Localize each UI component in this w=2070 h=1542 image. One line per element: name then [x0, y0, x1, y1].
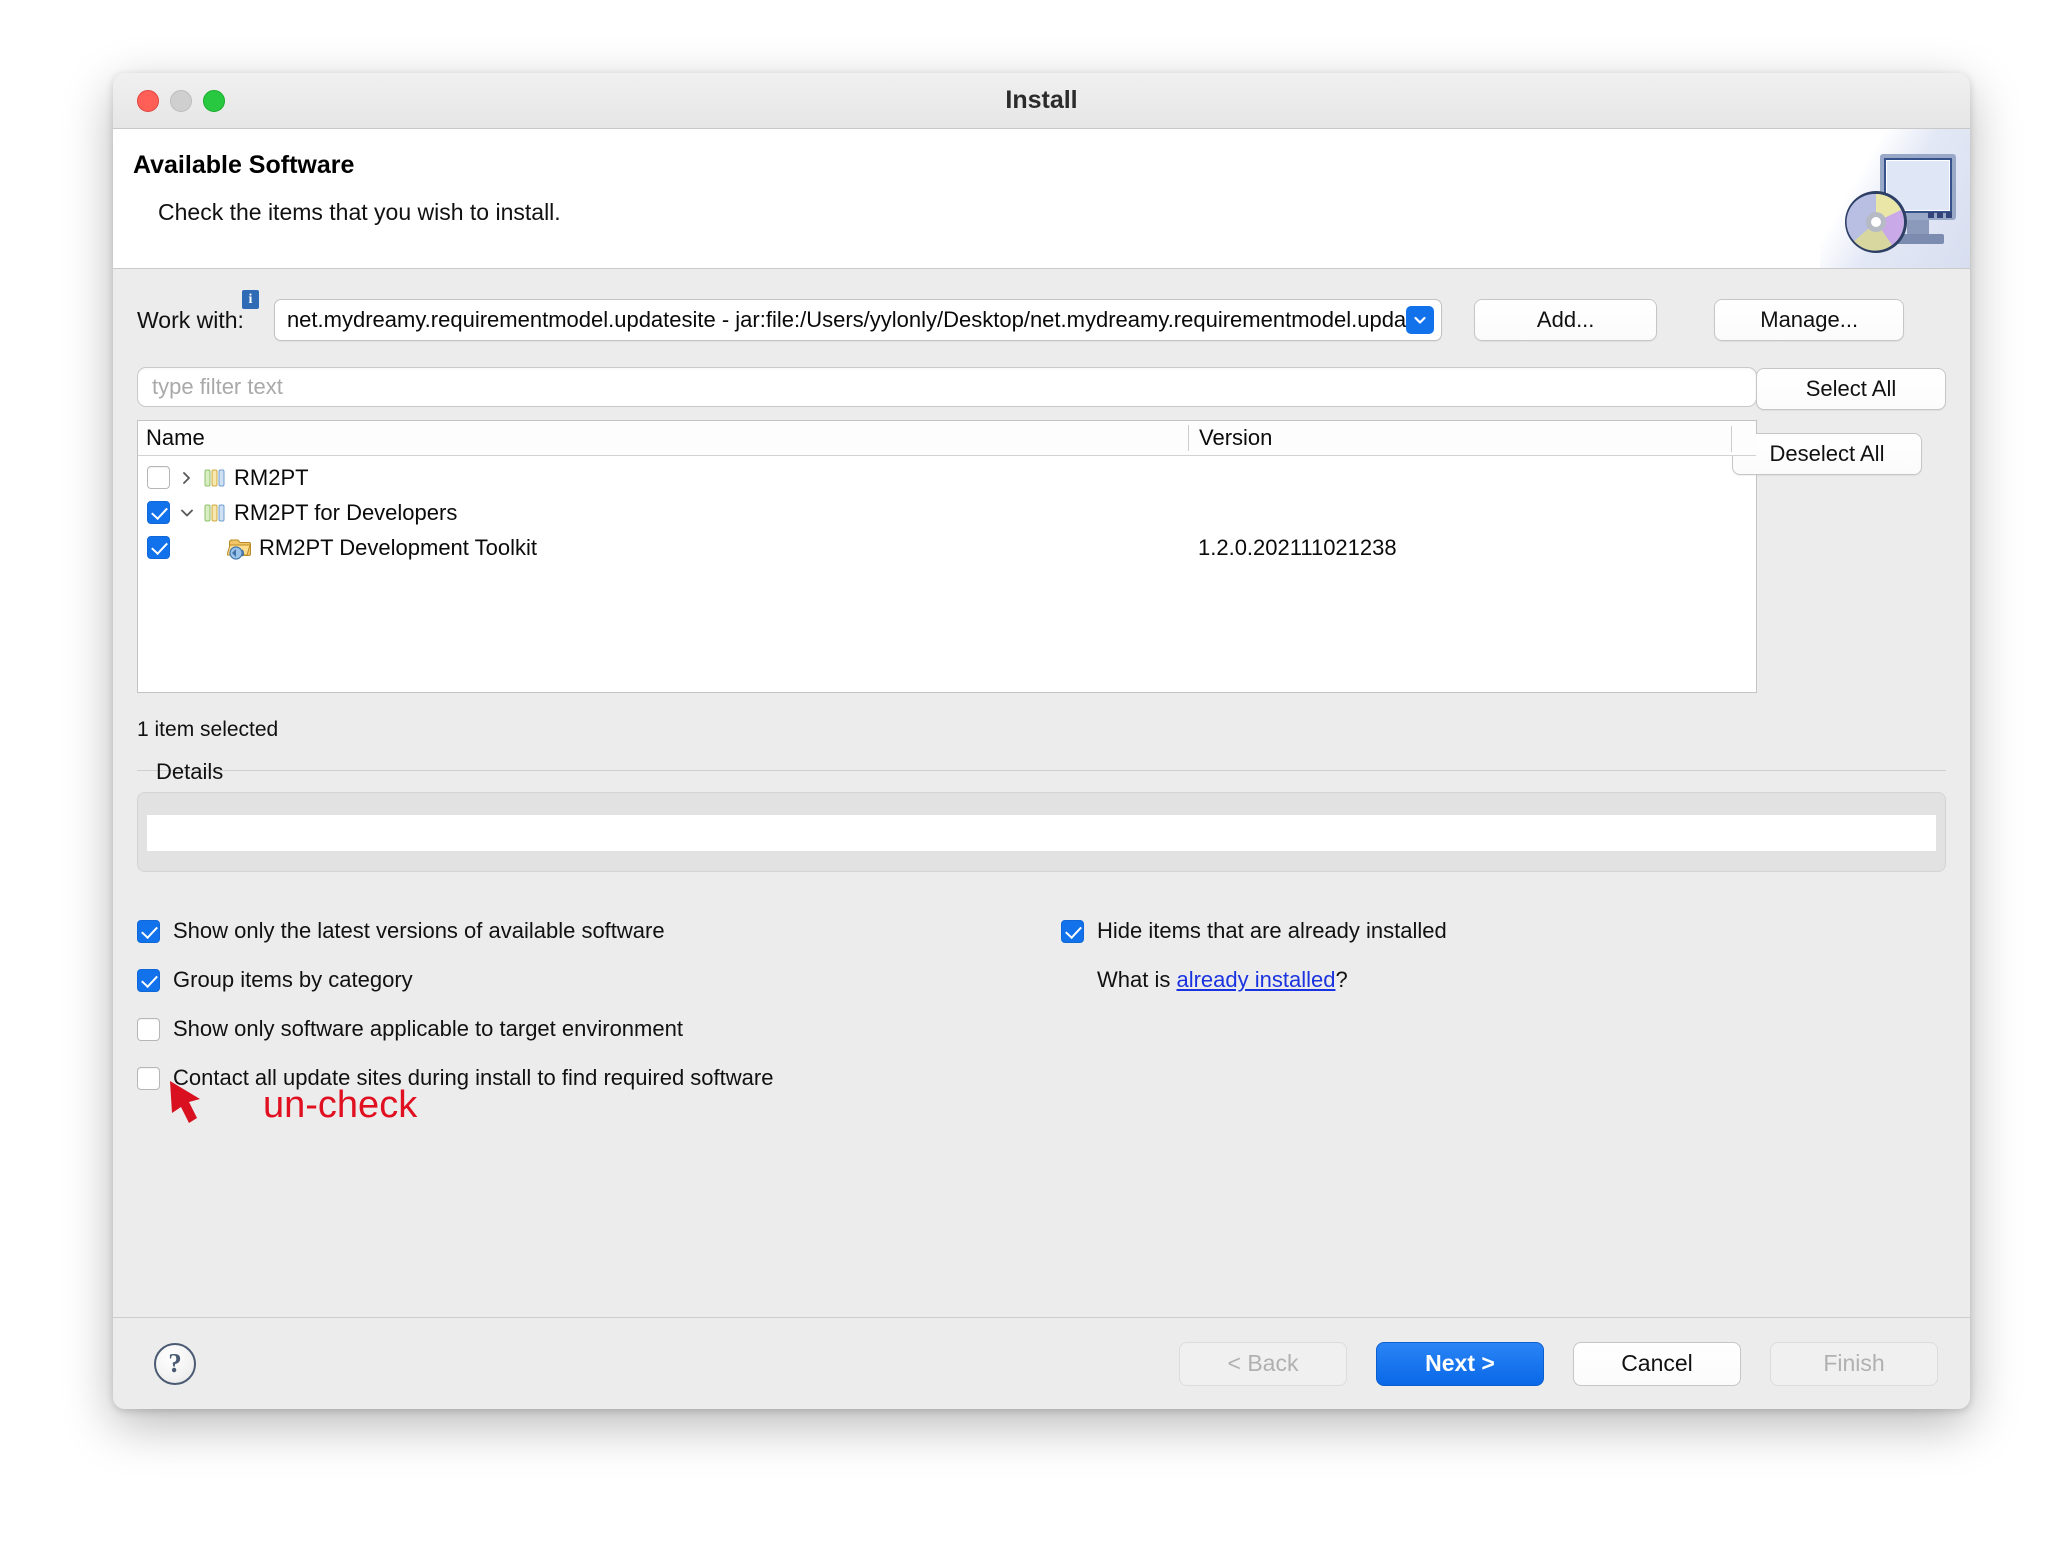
minimize-button[interactable] — [170, 89, 192, 112]
annotation-label: un-check — [263, 1083, 418, 1126]
checkbox-hide-already-installed[interactable] — [1061, 920, 1084, 943]
add-repository-button[interactable]: Add... — [1474, 299, 1658, 341]
checkbox-show-latest-versions[interactable] — [137, 920, 160, 943]
chevron-right-icon[interactable] — [170, 470, 204, 486]
option-label: Group items by category — [173, 967, 413, 992]
section-divider — [137, 770, 1946, 771]
help-icon[interactable]: ? — [154, 1342, 196, 1385]
window-title: Install — [1005, 86, 1078, 114]
option-show-latest-versions[interactable]: Show only the latest versions of availab… — [137, 918, 773, 944]
work-with-label: Work with: i — [137, 289, 259, 334]
select-all-button[interactable]: Select All — [1756, 368, 1946, 410]
tree-side-buttons: Select All Deselect All — [1732, 368, 1946, 475]
row-checkbox-rm2pt[interactable] — [147, 466, 170, 489]
column-divider[interactable] — [1731, 426, 1732, 452]
filter-row — [137, 367, 1946, 407]
details-group: Details — [137, 759, 1946, 872]
next-button[interactable]: Next > — [1376, 1341, 1544, 1386]
chevron-down-icon[interactable] — [1406, 306, 1435, 334]
window-controls — [137, 89, 225, 112]
finish-button[interactable]: Finish — [1770, 1341, 1938, 1386]
already-installed-link[interactable]: already installed — [1176, 967, 1335, 992]
option-group-by-category[interactable]: Group items by category — [137, 967, 773, 993]
option-hide-already-installed[interactable]: Hide items that are already installed — [1061, 918, 1447, 944]
dialog-footer: ? < Back Next > Cancel Finish — [113, 1317, 1970, 1409]
row-name: RM2PT — [234, 464, 309, 490]
update-site-combo[interactable]: net.mydreamy.requirementmodel.updatesite… — [273, 299, 1443, 341]
cancel-button[interactable]: Cancel — [1573, 1341, 1741, 1386]
annotation-uncheck: un-check — [167, 1078, 417, 1132]
row-checkbox-rm2pt-development-toolkit[interactable] — [147, 536, 170, 559]
maximize-button[interactable] — [203, 89, 225, 112]
back-button[interactable]: < Back — [1179, 1341, 1347, 1386]
category-icon — [204, 502, 226, 524]
wizard-banner: Available Software Check the items that … — [113, 129, 1970, 269]
close-button[interactable] — [137, 89, 159, 112]
checkbox-group-by-category[interactable] — [137, 969, 160, 992]
details-text — [147, 815, 1936, 851]
checkbox-applicable-target-environment[interactable] — [137, 1018, 160, 1041]
what-is-prefix: What is — [1097, 967, 1177, 992]
arrow-up-left-icon — [167, 1078, 231, 1132]
tree-header: Name Version — [138, 421, 1756, 456]
checkbox-contact-all-update-sites[interactable] — [137, 1067, 160, 1090]
column-header-name[interactable]: Name — [138, 425, 1188, 451]
available-software-tree[interactable]: Name Version RM2PT RM2PT for Developers … — [137, 420, 1757, 693]
what-is-already-installed: What is already installed? — [1097, 967, 1447, 993]
window-titlebar: Install — [113, 73, 1970, 129]
page-title: Available Software — [133, 151, 355, 179]
dialog-body: Work with: i net.mydreamy.requirementmod… — [113, 269, 1970, 1317]
chevron-down-icon[interactable] — [170, 506, 204, 520]
row-name: RM2PT Development Toolkit — [259, 534, 537, 560]
feature-plugin-icon — [226, 535, 255, 561]
work-with-label-text: Work with: — [137, 306, 244, 333]
options-section: Show only the latest versions of availab… — [137, 918, 1946, 1126]
page-subtitle: Check the items that you wish to install… — [158, 199, 561, 225]
install-dialog-window: Install Available Software Check the ite… — [113, 73, 1970, 1409]
update-site-value: net.mydreamy.requirementmodel.updatesite… — [286, 307, 1407, 332]
column-header-version[interactable]: Version — [1188, 425, 1272, 451]
row-checkbox-rm2pt-for-developers[interactable] — [147, 501, 170, 524]
monitor-cd-icon — [1820, 129, 1970, 268]
table-row[interactable]: RM2PT Development Toolkit 1.2.0.20211102… — [138, 530, 1756, 565]
category-icon — [204, 467, 226, 489]
wizard-buttons: < Back Next > Cancel Finish — [1179, 1341, 1938, 1386]
option-applicable-target-environment[interactable]: Show only software applicable to target … — [137, 1016, 773, 1042]
manage-repositories-button[interactable]: Manage... — [1714, 299, 1905, 341]
option-label: Hide items that are already installed — [1097, 918, 1447, 943]
info-icon[interactable]: i — [241, 289, 259, 309]
what-is-suffix: ? — [1335, 967, 1348, 992]
deselect-all-button[interactable]: Deselect All — [1732, 433, 1922, 475]
table-row[interactable]: RM2PT for Developers — [138, 495, 1756, 530]
table-row[interactable]: RM2PT — [138, 460, 1756, 495]
details-legend: Details — [156, 759, 224, 784]
filter-input[interactable] — [137, 367, 1757, 407]
work-with-row: Work with: i net.mydreamy.requirementmod… — [137, 269, 1946, 341]
selection-status: 1 item selected — [137, 718, 279, 741]
option-label: Show only the latest versions of availab… — [173, 918, 665, 943]
tree-rows: RM2PT RM2PT for Developers RM2PT Develop… — [138, 456, 1756, 692]
row-version: 1.2.0.202111021238 — [1198, 534, 1397, 560]
row-name: RM2PT for Developers — [234, 499, 458, 525]
options-right-column: Hide items that are already installed Wh… — [1061, 918, 1447, 993]
option-label: Show only software applicable to target … — [173, 1016, 683, 1041]
